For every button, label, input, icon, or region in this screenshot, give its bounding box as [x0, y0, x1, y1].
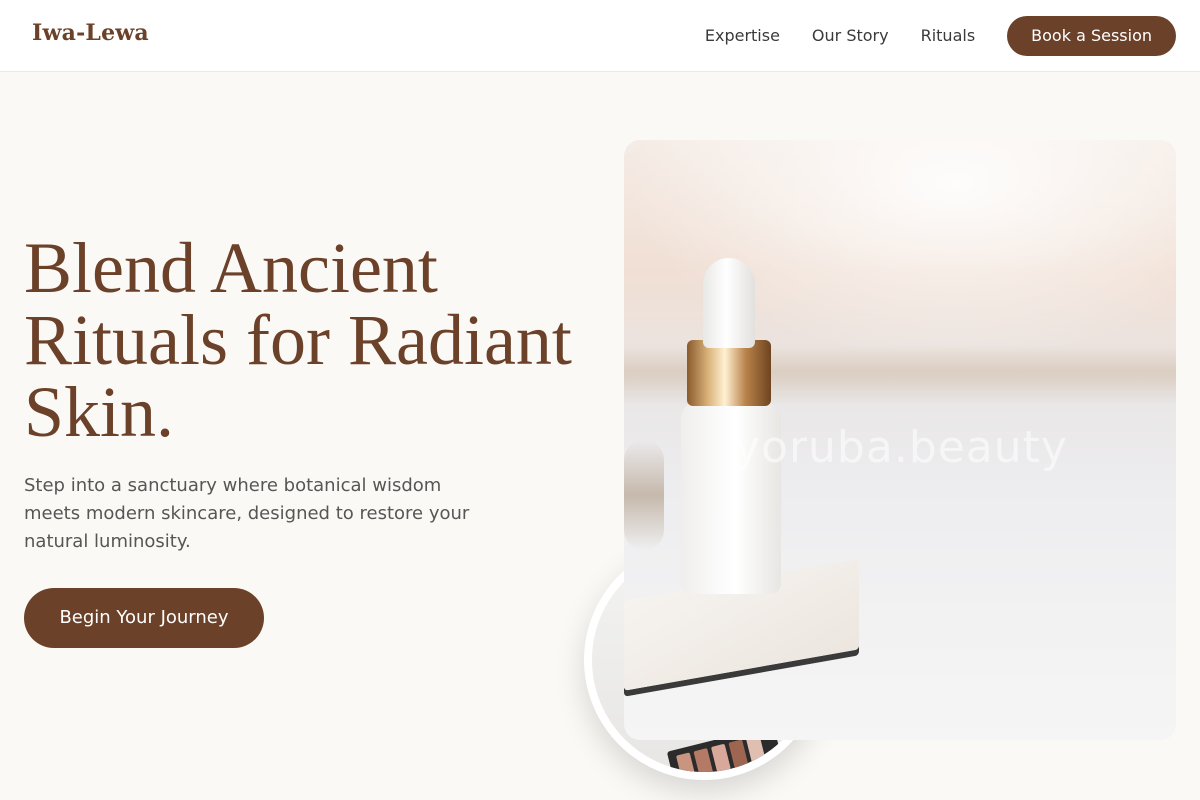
- serum-bottle-gold-collar: [687, 340, 771, 406]
- nav-link-expertise[interactable]: Expertise: [705, 16, 780, 56]
- serum-bottle-dropper: [703, 258, 755, 348]
- nav-link-our-story[interactable]: Our Story: [812, 16, 889, 56]
- serum-bottle-hero-image: yoruba.beauty: [624, 140, 1176, 740]
- nav-links: Expertise Our Story Rituals Book a Sessi…: [705, 16, 1176, 56]
- book-session-button[interactable]: Book a Session: [1007, 16, 1176, 56]
- blurred-plant: [624, 440, 664, 550]
- begin-journey-button[interactable]: Begin Your Journey: [24, 588, 264, 648]
- nav-link-rituals[interactable]: Rituals: [921, 16, 976, 56]
- hero-title: Blend Ancient Rituals for Radiant Skin.: [24, 228, 572, 452]
- top-navbar: Iwa-Lewa Expertise Our Story Rituals Boo…: [0, 0, 1200, 72]
- image-watermark: yoruba.beauty: [734, 422, 1068, 473]
- hero-subtitle: Step into a sanctuary where botanical wi…: [24, 475, 470, 552]
- brand-logo[interactable]: Iwa-Lewa: [32, 20, 149, 46]
